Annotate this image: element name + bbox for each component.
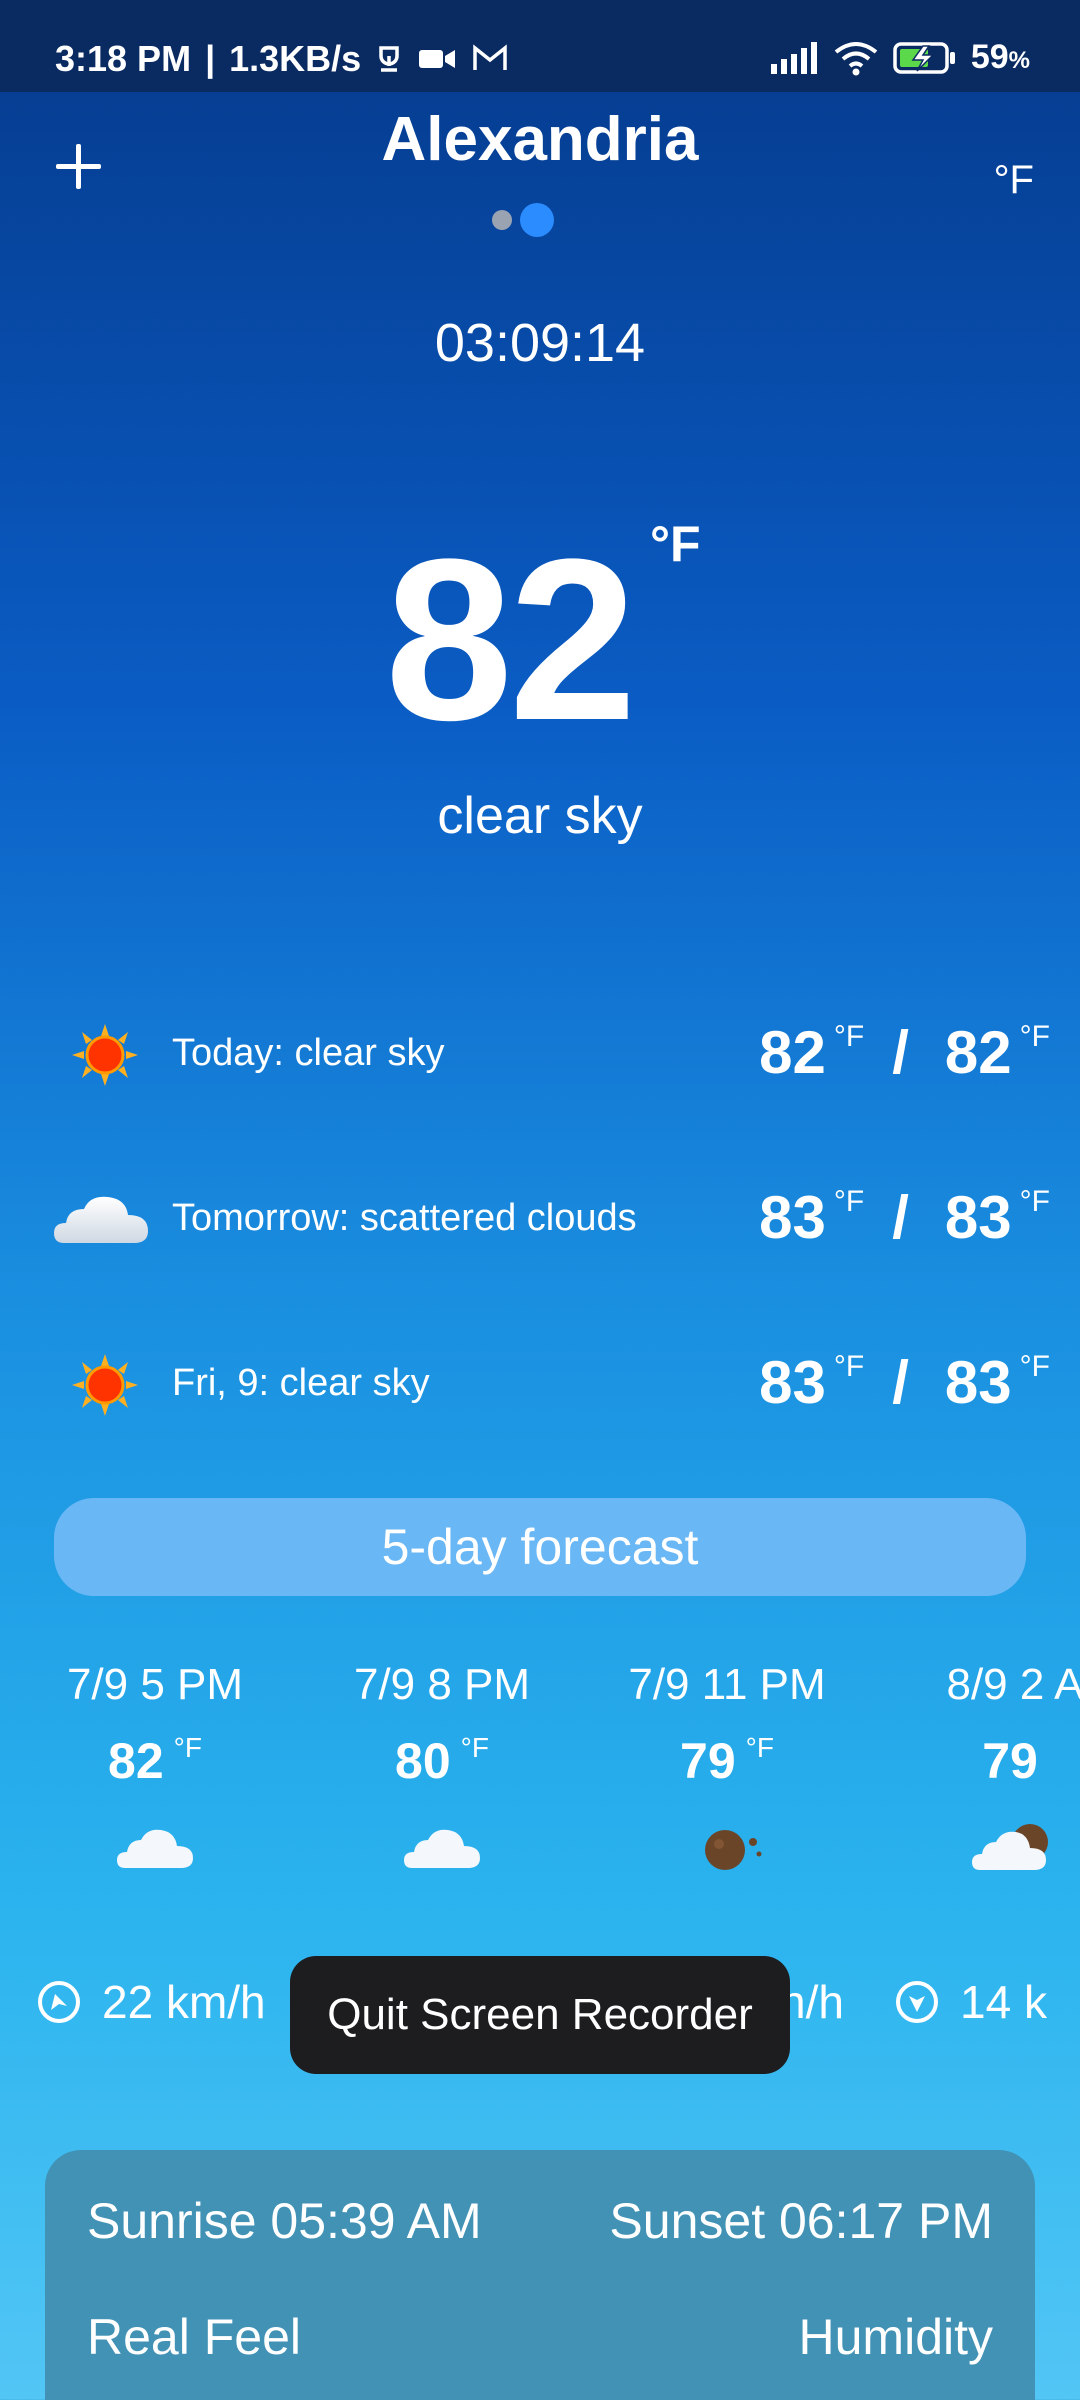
temp-separator: /	[892, 1184, 909, 1251]
hourly-temp: 79	[680, 1733, 736, 1789]
daily-row[interactable]: Tomorrow: scattered clouds 83 °F / 83 °F	[0, 1165, 1080, 1275]
hourly-temp: 80	[395, 1733, 451, 1789]
temp-unit: °F	[460, 1732, 489, 1763]
temp-unit: °F	[833, 1020, 865, 1053]
page-indicator	[492, 203, 554, 237]
temp-unit: °F	[1019, 1020, 1050, 1053]
daily-row[interactable]: Fri, 9: clear sky 83 °F / 83 °F	[0, 1330, 1080, 1440]
hourly-time: 7/9 8 PM	[353, 1660, 531, 1709]
daily-temperatures: 82 °F / 82 °F	[759, 1018, 1050, 1087]
wind-item: 22 km/h	[38, 1975, 266, 2029]
temp-unit: °F	[173, 1732, 202, 1763]
daily-low: 82	[944, 1019, 1012, 1086]
temp-separator: /	[892, 1349, 909, 1416]
details-card: Sunrise 05:39 AM Sunset 06:17 PM Real Fe…	[45, 2150, 1035, 2400]
hourly-item[interactable]: 7/9 5 PM 82 °F	[25, 1660, 285, 1892]
battery-charging-icon	[893, 41, 955, 74]
screen-recorder-toast[interactable]: Quit Screen Recorder	[290, 1956, 790, 2074]
daily-label: Fri, 9: clear sky	[172, 1362, 430, 1404]
daily-high: 83	[759, 1349, 826, 1416]
daily-row[interactable]: Today: clear sky 82 °F / 82 °F	[0, 1000, 1080, 1110]
wind-item: 14 k	[896, 1975, 1047, 2029]
alarm-icon	[379, 46, 399, 72]
current-temperature-unit: °F	[650, 516, 701, 572]
daily-label: Today: clear sky	[172, 1032, 445, 1074]
battery-unit: %	[1008, 47, 1030, 74]
wind-speed: 22 km/h	[102, 1976, 266, 2028]
temp-separator: /	[892, 1019, 909, 1086]
page-dot-active[interactable]	[520, 203, 554, 237]
sun-icon	[55, 1352, 155, 1418]
signal-icon	[770, 41, 817, 74]
hourly-temp: 82	[108, 1733, 164, 1789]
temp-unit: °F	[745, 1732, 774, 1763]
hourly-item[interactable]: 8/9 2 A 79	[885, 1660, 1080, 1892]
wind-speed: 14 k	[960, 1976, 1047, 2028]
network-speed: 1.3KB/s	[229, 38, 362, 79]
current-condition: clear sky	[437, 787, 643, 845]
daily-high: 83	[759, 1184, 826, 1251]
hourly-item[interactable]: 7/9 11 PM 79 °F	[597, 1660, 857, 1892]
five-day-forecast-button[interactable]: 5-day forecast	[54, 1498, 1026, 1596]
status-left: 3:18 PM | 1.3KB/s	[55, 38, 509, 80]
wind-direction-icon	[38, 1981, 80, 2023]
humidity-label: Humidity	[798, 2309, 993, 2365]
real-feel-label: Real Feel	[87, 2309, 301, 2365]
temp-unit: °F	[1019, 1350, 1050, 1383]
wind-direction-icon	[896, 1981, 938, 2023]
hourly-item[interactable]: 7/9 8 PM 80 °F	[312, 1660, 572, 1892]
local-time: 03:09:14	[434, 313, 646, 373]
sunrise-text: Sunrise 05:39 AM	[87, 2193, 482, 2249]
cloud-icon	[52, 1187, 152, 1253]
daily-low: 83	[944, 1349, 1012, 1416]
mail-icon	[473, 44, 507, 70]
daily-label: Tomorrow: scattered clouds	[172, 1197, 637, 1239]
video-camera-icon	[419, 50, 456, 68]
cloud-icon	[312, 1812, 572, 1892]
page-dot[interactable]	[492, 210, 512, 230]
daily-low: 83	[944, 1184, 1012, 1251]
cloud-moon-icon	[885, 1812, 1080, 1892]
status-separator: |	[205, 38, 216, 79]
temp-unit: °F	[833, 1350, 865, 1383]
temp-unit: °F	[833, 1185, 865, 1218]
cloud-icon	[25, 1812, 285, 1892]
hourly-temp: 79	[982, 1733, 1038, 1789]
hourly-time: 7/9 5 PM	[66, 1660, 244, 1709]
daily-temperatures: 83 °F / 83 °F	[759, 1183, 1050, 1252]
temp-unit: °F	[1019, 1185, 1050, 1218]
status-time: 3:18 PM	[55, 38, 192, 79]
city-title: Alexandria	[381, 105, 699, 174]
moon-icon	[597, 1812, 857, 1892]
hourly-time: 7/9 11 PM	[628, 1660, 826, 1709]
daily-high: 82	[759, 1019, 826, 1086]
sunset-text: Sunset 06:17 PM	[609, 2193, 993, 2249]
unit-toggle-button[interactable]: °F	[994, 158, 1034, 203]
hourly-time: 8/9 2 A	[946, 1660, 1080, 1709]
hourly-forecast[interactable]: 7/9 5 PM 82 °F 7/9 8 PM 80 °F 7/9 11 PM 79…	[0, 1660, 1080, 1940]
status-right: 59%	[769, 38, 1030, 77]
battery-level: 59	[970, 38, 1009, 76]
daily-temperatures: 83 °F / 83 °F	[759, 1348, 1050, 1417]
sun-icon	[55, 1022, 155, 1088]
current-temperature: 82	[385, 511, 637, 768]
wifi-icon	[834, 41, 878, 75]
